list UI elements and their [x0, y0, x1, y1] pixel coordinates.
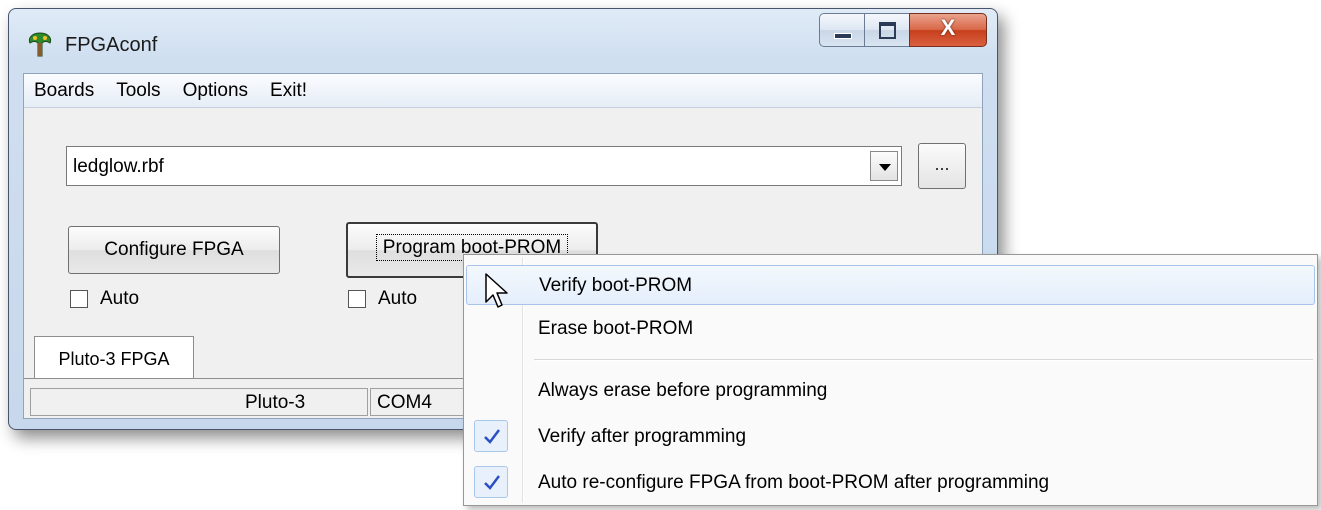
status-board-cell: Pluto-3	[30, 388, 368, 416]
auto-configure-checkbox-row[interactable]: Auto	[70, 288, 139, 310]
browse-button[interactable]: ...	[918, 143, 966, 189]
menubar: Boards Tools Options Exit!	[24, 74, 982, 108]
maximize-button[interactable]	[864, 13, 909, 47]
combo-dropdown-icon[interactable]	[870, 151, 898, 181]
menu-item-label: Verify boot-PROM	[539, 275, 693, 296]
auto-program-checkbox[interactable]	[348, 290, 366, 308]
configure-fpga-button[interactable]: Configure FPGA	[68, 226, 280, 274]
caption-buttons: X	[819, 13, 987, 47]
menu-item-verify-boot-prom[interactable]: Verify boot-PROM	[466, 265, 1315, 305]
window-title: FPGAconf	[65, 34, 158, 56]
menu-item-auto-reconfigure[interactable]: Auto re-configure FPGA from boot-PROM af…	[466, 463, 1315, 503]
maximize-icon	[879, 22, 896, 39]
check-icon	[474, 420, 508, 452]
status-port: COM4	[370, 388, 474, 416]
close-button[interactable]: X	[909, 13, 987, 47]
menu-item-verify-after-programming[interactable]: Verify after programming	[466, 417, 1315, 457]
menu-item-label: Erase boot-PROM	[538, 318, 694, 339]
check-icon	[474, 466, 508, 498]
mouse-cursor-icon	[485, 273, 508, 308]
minimize-icon	[834, 33, 852, 39]
fpga-tree-icon	[28, 32, 52, 57]
status-board: Pluto-3	[245, 392, 306, 413]
menu-item-always-erase[interactable]: Always erase before programming	[466, 371, 1315, 411]
menu-separator	[534, 359, 1313, 361]
tab-pluto-3-fpga[interactable]: Pluto-3 FPGA	[34, 336, 194, 378]
menu-boards[interactable]: Boards	[34, 80, 94, 102]
context-menu: Verify boot-PROM Erase boot-PROM Always …	[463, 254, 1318, 506]
menu-item-label: Auto re-configure FPGA from boot-PROM af…	[538, 472, 1050, 493]
menu-item-erase-boot-prom[interactable]: Erase boot-PROM	[466, 309, 1315, 349]
auto-configure-label: Auto	[100, 288, 140, 309]
auto-configure-checkbox[interactable]	[70, 290, 88, 308]
auto-program-label: Auto	[378, 288, 418, 309]
file-combo[interactable]: ledglow.rbf	[66, 146, 902, 186]
file-combo-value: ledglow.rbf	[73, 156, 164, 177]
menu-tools[interactable]: Tools	[116, 80, 160, 102]
minimize-button[interactable]	[819, 13, 864, 47]
menu-options[interactable]: Options	[183, 80, 248, 102]
menu-item-label: Always erase before programming	[538, 380, 828, 401]
close-icon: X	[940, 15, 956, 40]
menu-exit[interactable]: Exit!	[270, 80, 307, 102]
menu-item-label: Verify after programming	[538, 426, 747, 447]
auto-program-checkbox-row[interactable]: Auto	[348, 288, 417, 310]
